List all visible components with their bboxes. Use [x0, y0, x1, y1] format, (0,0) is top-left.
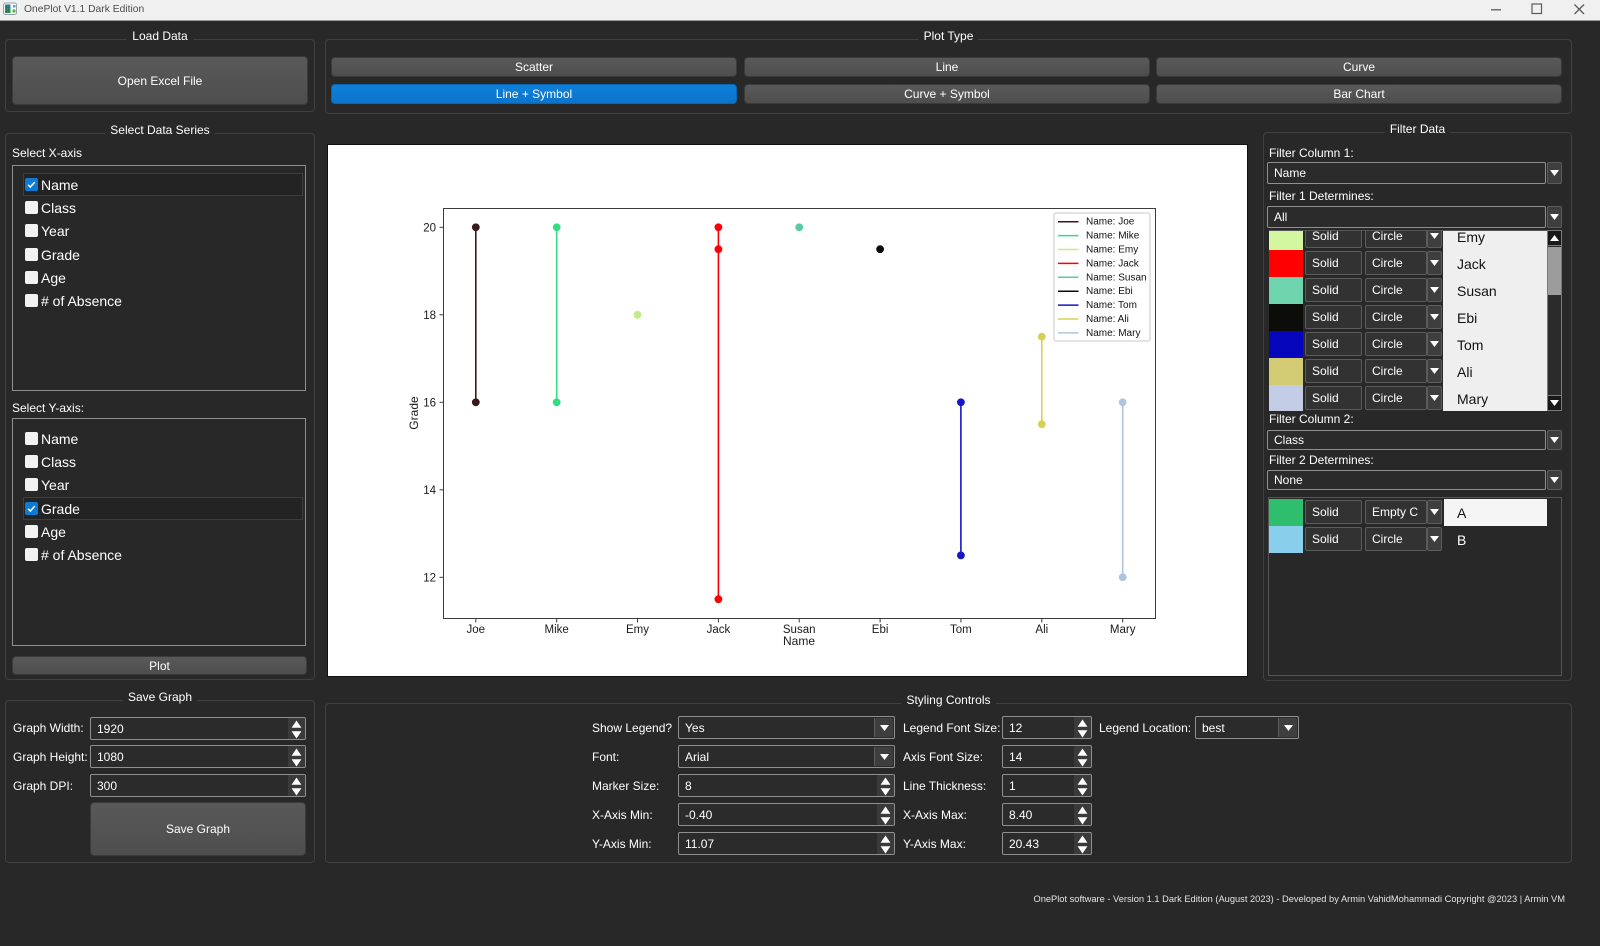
svg-text:Ali: Ali — [1035, 624, 1048, 636]
svg-text:Name: Mike: Name: Mike — [1086, 231, 1140, 242]
svg-text:Name: Mary: Name: Mary — [1086, 328, 1140, 339]
svg-text:Name: Emy: Name: Emy — [1086, 245, 1138, 256]
svg-text:Joe: Joe — [467, 624, 486, 636]
svg-text:Name: Joe: Name: Joe — [1086, 217, 1135, 228]
svg-text:Name: Susan: Name: Susan — [1086, 272, 1147, 283]
svg-text:Tom: Tom — [950, 624, 972, 636]
svg-text:14: 14 — [423, 485, 436, 497]
svg-text:12: 12 — [423, 573, 436, 585]
svg-text:18: 18 — [423, 310, 436, 322]
svg-text:20: 20 — [423, 222, 436, 234]
svg-text:Mike: Mike — [545, 624, 569, 636]
svg-text:Emy: Emy — [626, 624, 649, 636]
svg-text:16: 16 — [423, 398, 436, 410]
svg-text:Name: Ali: Name: Ali — [1086, 314, 1129, 325]
svg-text:Name: Name — [783, 634, 815, 648]
svg-text:Mary: Mary — [1110, 624, 1136, 636]
svg-text:Grade: Grade — [407, 396, 421, 430]
svg-text:Name: Jack: Name: Jack — [1086, 258, 1140, 269]
svg-text:Name: Ebi: Name: Ebi — [1086, 286, 1133, 297]
svg-text:Ebi: Ebi — [872, 624, 889, 636]
svg-text:Name: Tom: Name: Tom — [1086, 300, 1137, 311]
svg-text:Jack: Jack — [707, 624, 731, 636]
